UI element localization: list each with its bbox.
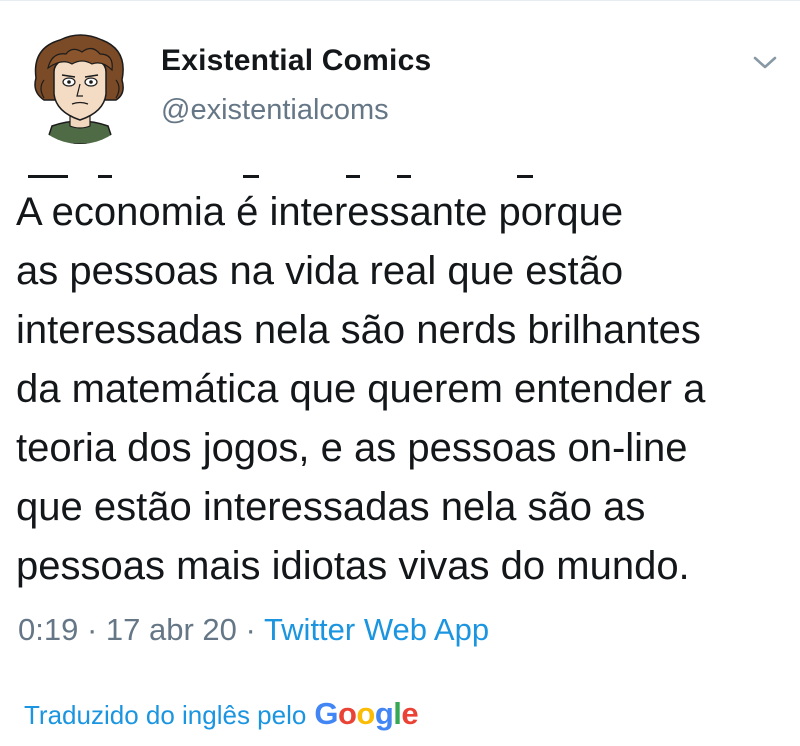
tweet-text-line: que estão interessadas nela são as [16,485,646,529]
tweet-time[interactable]: 0:19 [18,612,78,647]
avatar[interactable] [22,28,138,144]
author-display-name[interactable]: Existential Comics [161,44,431,78]
meta-separator: · [245,612,256,647]
tweet-metadata: 0:19 · 17 abr 20 · Twitter Web App [18,612,489,648]
tweet-text-line: interessadas nela são nerds brilhantes [16,308,701,352]
tweet-date[interactable]: 17 abr 20 [106,612,237,647]
tweet-text-line: pessoas mais idiotas vivas do mundo. [16,544,690,588]
tweet-text: A economia é interessante porque as pess… [16,183,786,596]
clipped-text-fragment [28,175,68,178]
meta-separator: · [86,612,98,647]
tweet-text-line: teoria dos jogos, e as pessoas on-line [16,426,688,470]
translation-label: Traduzido do inglês pelo [24,700,307,730]
author-handle[interactable]: @existentialcoms [161,94,389,127]
clipped-text-fragment [346,175,360,178]
clipped-text-fragment [243,175,259,178]
cartoon-portrait-icon [34,34,124,144]
tweet-text-line: as pessoas na vida real que estão [16,249,624,293]
tweet-text-line: A economia é interessante porque [16,190,624,234]
tweet-source-link[interactable]: Twitter Web App [264,612,489,647]
chevron-down-icon[interactable] [748,50,782,76]
tweet-text-line: da matemática que querem entender a [16,367,706,411]
google-logo: Google [314,696,419,731]
clipped-text-fragment [98,175,112,178]
translation-attribution[interactable]: Traduzido do inglês pelo Google [24,696,419,732]
top-divider [0,0,800,1]
clipped-text-fragment [397,175,411,178]
clipped-text-fragment [517,175,533,178]
